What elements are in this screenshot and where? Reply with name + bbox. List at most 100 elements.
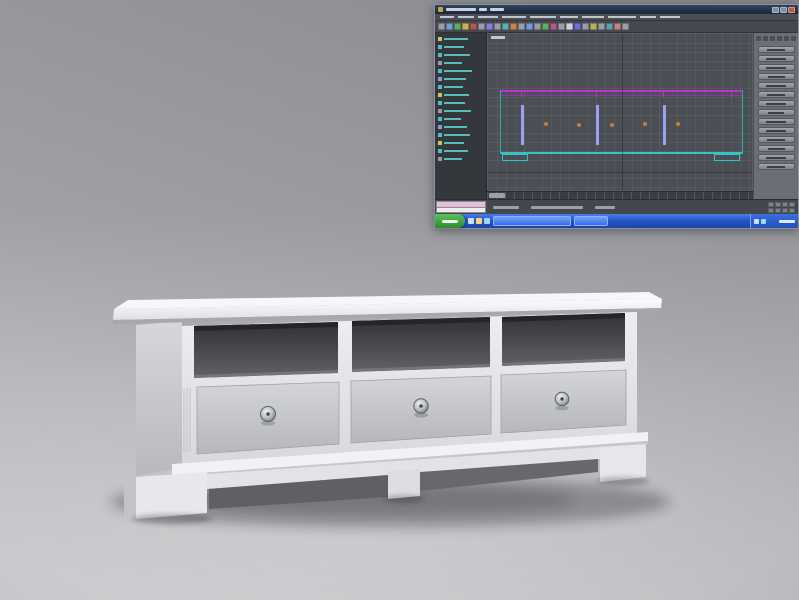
maximize-button[interactable] bbox=[780, 6, 787, 13]
scene-list-item[interactable] bbox=[435, 91, 486, 99]
command-panel-button[interactable] bbox=[757, 91, 795, 98]
time-slider[interactable] bbox=[489, 193, 505, 198]
scene-list-item[interactable] bbox=[435, 107, 486, 115]
viewport[interactable] bbox=[487, 33, 753, 191]
command-panel-button[interactable] bbox=[757, 136, 795, 143]
menu-item[interactable] bbox=[530, 16, 556, 18]
scene-list-item[interactable] bbox=[435, 131, 486, 139]
scene-list-item[interactable] bbox=[435, 99, 486, 107]
toolbar-icon[interactable] bbox=[614, 23, 621, 30]
command-panel-button[interactable] bbox=[757, 127, 795, 134]
toolbar-icon[interactable] bbox=[582, 23, 589, 30]
viewport-nav-button[interactable] bbox=[789, 208, 795, 213]
command-panel-button[interactable] bbox=[757, 154, 795, 161]
scene-list-item[interactable] bbox=[435, 83, 486, 91]
timeline[interactable] bbox=[487, 191, 753, 199]
main-toolbar[interactable] bbox=[435, 21, 798, 33]
titlebar[interactable] bbox=[435, 5, 798, 14]
viewport-nav-button[interactable] bbox=[768, 208, 774, 213]
scene-list-item[interactable] bbox=[435, 59, 486, 67]
scene-list-item[interactable] bbox=[435, 115, 486, 123]
viewport-nav-button[interactable] bbox=[782, 202, 788, 207]
scene-list-item[interactable] bbox=[435, 43, 486, 51]
command-panel-button[interactable] bbox=[757, 145, 795, 152]
toolbar-icon[interactable] bbox=[606, 23, 613, 30]
quick-launch-icon[interactable] bbox=[476, 218, 482, 224]
toolbar-icon[interactable] bbox=[438, 23, 445, 30]
quick-launch-icon[interactable] bbox=[484, 218, 490, 224]
command-panel[interactable] bbox=[753, 33, 798, 199]
tray-icon[interactable] bbox=[754, 218, 759, 224]
command-panel-button[interactable] bbox=[757, 82, 795, 89]
toolbar-icon[interactable] bbox=[526, 23, 533, 30]
scene-list-item[interactable] bbox=[435, 123, 486, 131]
toolbar-icon[interactable] bbox=[534, 23, 541, 30]
menu-item[interactable] bbox=[440, 16, 454, 18]
viewport-nav-button[interactable] bbox=[782, 208, 788, 213]
scene-list-item[interactable] bbox=[435, 67, 486, 75]
taskbar-app-button[interactable] bbox=[493, 216, 571, 226]
menu-item[interactable] bbox=[478, 16, 498, 18]
menu-item[interactable] bbox=[458, 16, 474, 18]
toolbar-icon[interactable] bbox=[470, 23, 477, 30]
tray-icon[interactable] bbox=[761, 218, 766, 224]
toolbar-icon[interactable] bbox=[574, 23, 581, 30]
toolbar-icon[interactable] bbox=[558, 23, 565, 30]
command-panel-tab[interactable] bbox=[770, 36, 775, 41]
menu-item[interactable] bbox=[560, 16, 578, 18]
command-panel-tab[interactable] bbox=[791, 36, 796, 41]
minimize-button[interactable] bbox=[772, 6, 779, 13]
toolbar-icon[interactable] bbox=[550, 23, 557, 30]
command-panel-button[interactable] bbox=[757, 109, 795, 116]
scene-list-item[interactable] bbox=[435, 155, 486, 163]
menu-item[interactable] bbox=[502, 16, 526, 18]
command-panel-tab[interactable] bbox=[777, 36, 782, 41]
quick-launch-icon[interactable] bbox=[468, 218, 474, 224]
toolbar-icon[interactable] bbox=[502, 23, 509, 30]
command-panel-button[interactable] bbox=[757, 118, 795, 125]
taskbar-app-button[interactable] bbox=[574, 216, 608, 226]
viewport-nav-controls[interactable] bbox=[768, 202, 795, 213]
start-button[interactable] bbox=[435, 214, 465, 228]
menu-item[interactable] bbox=[640, 16, 656, 18]
toolbar-icon[interactable] bbox=[446, 23, 453, 30]
maxscript-listener[interactable] bbox=[436, 201, 486, 213]
toolbar-icon[interactable] bbox=[518, 23, 525, 30]
toolbar-icon[interactable] bbox=[566, 23, 573, 30]
scene-list-item[interactable] bbox=[435, 147, 486, 155]
toolbar-icon[interactable] bbox=[622, 23, 629, 30]
toolbar-icon[interactable] bbox=[486, 23, 493, 30]
scene-list-item[interactable] bbox=[435, 139, 486, 147]
command-panel-tab[interactable] bbox=[756, 36, 761, 41]
viewport-nav-button[interactable] bbox=[775, 202, 781, 207]
scene-list-item[interactable] bbox=[435, 35, 486, 43]
command-panel-button[interactable] bbox=[757, 64, 795, 71]
toolbar-icon[interactable] bbox=[454, 23, 461, 30]
scene-panel[interactable] bbox=[435, 33, 487, 199]
menu-item[interactable] bbox=[582, 16, 604, 18]
menu-item[interactable] bbox=[608, 16, 636, 18]
menu-item[interactable] bbox=[660, 16, 680, 18]
scene-list-item[interactable] bbox=[435, 75, 486, 83]
close-button[interactable] bbox=[788, 6, 795, 13]
viewport-nav-button[interactable] bbox=[768, 202, 774, 207]
toolbar-icon[interactable] bbox=[494, 23, 501, 30]
toolbar-icon[interactable] bbox=[542, 23, 549, 30]
command-panel-button[interactable] bbox=[757, 163, 795, 170]
menubar[interactable] bbox=[435, 14, 798, 21]
maxscript-output-row[interactable] bbox=[436, 207, 486, 213]
viewport-nav-button[interactable] bbox=[775, 208, 781, 213]
command-panel-tab[interactable] bbox=[763, 36, 768, 41]
toolbar-icon[interactable] bbox=[462, 23, 469, 30]
command-panel-button[interactable] bbox=[757, 46, 795, 53]
command-panel-button[interactable] bbox=[757, 100, 795, 107]
toolbar-icon[interactable] bbox=[478, 23, 485, 30]
command-panel-button[interactable] bbox=[757, 55, 795, 62]
toolbar-icon[interactable] bbox=[590, 23, 597, 30]
toolbar-icon[interactable] bbox=[598, 23, 605, 30]
command-panel-button[interactable] bbox=[757, 73, 795, 80]
viewport-nav-button[interactable] bbox=[789, 202, 795, 207]
command-panel-tab[interactable] bbox=[784, 36, 789, 41]
toolbar-icon[interactable] bbox=[510, 23, 517, 30]
scene-list-item[interactable] bbox=[435, 51, 486, 59]
